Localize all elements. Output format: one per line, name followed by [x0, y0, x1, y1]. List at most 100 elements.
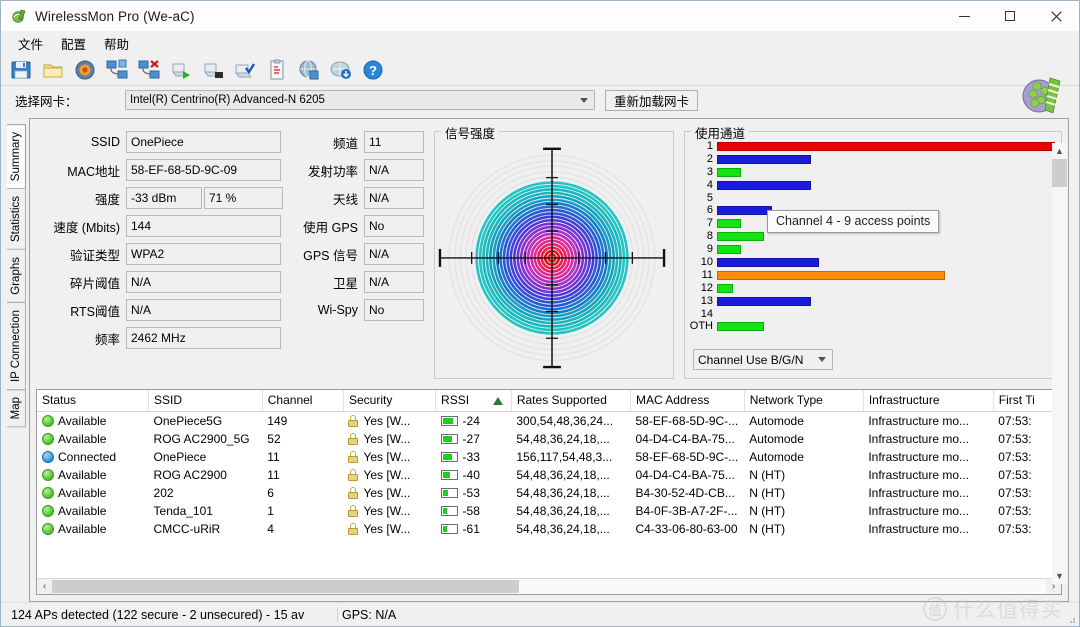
scroll-track[interactable]: [52, 579, 1046, 594]
channel-bar[interactable]: [717, 232, 765, 242]
cell-network-type: N (HT): [749, 521, 786, 536]
tab-map[interactable]: Map: [7, 388, 26, 428]
channel-bar[interactable]: [717, 206, 773, 216]
tab-ip-connection[interactable]: IP Connection: [7, 301, 26, 390]
disconnect-button[interactable]: [199, 56, 227, 84]
status-bar: 124 APs detected (122 secure - 2 unsecur…: [1, 597, 1079, 626]
reload-adapter-button[interactable]: 重新加载网卡: [605, 89, 699, 111]
field-channel[interactable]: 11: [364, 131, 424, 153]
table-row[interactable]: Available ROG AC2900 11 Yes [W... -40 54,48,3…: [37, 466, 1061, 484]
globe-settings-button[interactable]: [295, 56, 323, 84]
network-remove-button[interactable]: [135, 56, 163, 84]
field-frequency[interactable]: 2462 MHz: [126, 327, 281, 349]
field-signal-dbm[interactable]: -33 dBm: [126, 187, 202, 209]
channel-row[interactable]: 3: [689, 166, 1055, 179]
col-rssi[interactable]: RSSI: [435, 390, 512, 412]
channel-row[interactable]: 13: [689, 295, 1055, 308]
col-channel[interactable]: Channel: [262, 390, 344, 412]
col-rates[interactable]: Rates Supported: [511, 390, 631, 412]
cell-network-type: Automode: [749, 431, 804, 446]
maximize-button[interactable]: [987, 1, 1033, 32]
field-antenna[interactable]: N/A: [364, 187, 424, 209]
report-button[interactable]: [263, 56, 291, 84]
channel-bar[interactable]: [717, 283, 733, 293]
help-button[interactable]: ?: [359, 56, 387, 84]
field-rts-threshold[interactable]: N/A: [126, 299, 281, 321]
channel-row[interactable]: 11: [689, 269, 1055, 282]
channel-row[interactable]: 12: [689, 282, 1055, 295]
scroll-down-icon[interactable]: ▼: [1052, 568, 1067, 584]
col-status[interactable]: Status: [37, 390, 150, 412]
channel-row[interactable]: OTH: [689, 320, 1055, 333]
field-gps-signal[interactable]: N/A: [364, 243, 424, 265]
tab-graphs[interactable]: Graphs: [7, 249, 26, 303]
channel-mode-select[interactable]: Channel Use B/G/N: [693, 349, 833, 370]
channel-row[interactable]: 5: [689, 192, 1055, 205]
table-row[interactable]: Available 202 6 Yes [W... -53 54,48,36,24,18,…: [37, 484, 1061, 502]
channel-bar[interactable]: [717, 322, 765, 332]
resize-grip-icon[interactable]: [1066, 614, 1076, 624]
menu-config[interactable]: 配置: [52, 32, 95, 55]
table-row[interactable]: Available Tenda_101 1 Yes [W... -58 54,48,36,…: [37, 502, 1061, 520]
col-ssid[interactable]: SSID: [148, 390, 263, 412]
verify-button[interactable]: [231, 56, 259, 84]
channel-row[interactable]: 2: [689, 153, 1055, 166]
table-vertical-scrollbar[interactable]: ▲ ▼: [1052, 143, 1067, 584]
adapter-select[interactable]: Intel(R) Centrino(R) Advanced-N 6205: [125, 90, 595, 110]
field-wispy[interactable]: No: [364, 299, 424, 321]
channel-bar[interactable]: [717, 245, 741, 255]
menu-file[interactable]: 文件: [9, 32, 52, 55]
close-button[interactable]: [1033, 1, 1079, 32]
field-auth-type[interactable]: WPA2: [126, 243, 281, 265]
channel-bar[interactable]: [717, 257, 820, 267]
channel-row[interactable]: 10: [689, 256, 1055, 269]
connect-button[interactable]: [167, 56, 195, 84]
table-row[interactable]: Available ROG AC2900_5G 52 Yes [W... -27 54,4…: [37, 430, 1061, 448]
open-folder-icon: [43, 64, 63, 77]
globe-download-button[interactable]: [327, 56, 355, 84]
channel-row[interactable]: 9: [689, 243, 1055, 256]
scroll-left-icon[interactable]: ‹: [37, 579, 52, 594]
field-ssid[interactable]: OnePiece: [126, 131, 281, 153]
field-mac-address-label: MAC地址: [67, 164, 120, 179]
table-row[interactable]: Available OnePiece5G 149 Yes [W... -24 300,54…: [37, 412, 1061, 430]
channel-row[interactable]: 4: [689, 179, 1055, 192]
field-speed[interactable]: 144: [126, 215, 281, 237]
minimize-button[interactable]: [941, 1, 987, 32]
col-mac[interactable]: MAC Address: [630, 390, 745, 412]
table-row[interactable]: Available CMCC-uRiR 4 Yes [W... -61 54,48,36,…: [37, 520, 1061, 538]
tab-summary[interactable]: Summary: [7, 124, 26, 190]
network-add-button[interactable]: [103, 56, 131, 84]
table-row[interactable]: Connected OnePiece 11 Yes [W... -33 156,117,5…: [37, 448, 1061, 466]
col-first-time[interactable]: First Ti: [993, 390, 1061, 412]
channel-bar[interactable]: [717, 154, 812, 164]
channel-label: 1: [706, 139, 713, 152]
col-security[interactable]: Security: [343, 390, 437, 412]
table-horizontal-scrollbar[interactable]: ‹ ›: [37, 578, 1061, 594]
col-network-type[interactable]: Network Type: [744, 390, 864, 412]
channel-bar[interactable]: [717, 296, 812, 306]
field-signal-percent[interactable]: 71 %: [204, 187, 283, 209]
channel-bar[interactable]: [717, 180, 812, 190]
tab-statistics[interactable]: Statistics: [7, 188, 26, 251]
channel-row[interactable]: 1: [689, 140, 1055, 153]
field-satellites[interactable]: N/A: [364, 271, 424, 293]
scroll-thumb[interactable]: [52, 580, 520, 593]
field-tx-power[interactable]: N/A: [364, 159, 424, 181]
open-folder-button[interactable]: [39, 56, 67, 84]
channel-bar[interactable]: [717, 167, 741, 177]
field-fragment-threshold[interactable]: N/A: [126, 271, 281, 293]
field-use-gps[interactable]: No: [364, 215, 424, 237]
save-button[interactable]: [7, 56, 35, 84]
channel-row[interactable]: 14: [689, 308, 1055, 321]
cell-mac-address: B4-30-52-4D-CB...: [635, 485, 735, 500]
record-button[interactable]: [71, 56, 99, 84]
channel-bar[interactable]: [717, 141, 1055, 151]
cell-ssid: CMCC-uRiR: [153, 521, 221, 536]
channel-bar[interactable]: [717, 270, 945, 280]
menu-help[interactable]: 帮助: [95, 32, 138, 55]
adapter-selected-value: Intel(R) Centrino(R) Advanced-N 6205: [130, 94, 325, 106]
col-infrastructure[interactable]: Infrastructure: [863, 390, 994, 412]
field-mac-address[interactable]: 58-EF-68-5D-9C-09: [126, 159, 281, 181]
channel-bar[interactable]: [717, 219, 741, 229]
